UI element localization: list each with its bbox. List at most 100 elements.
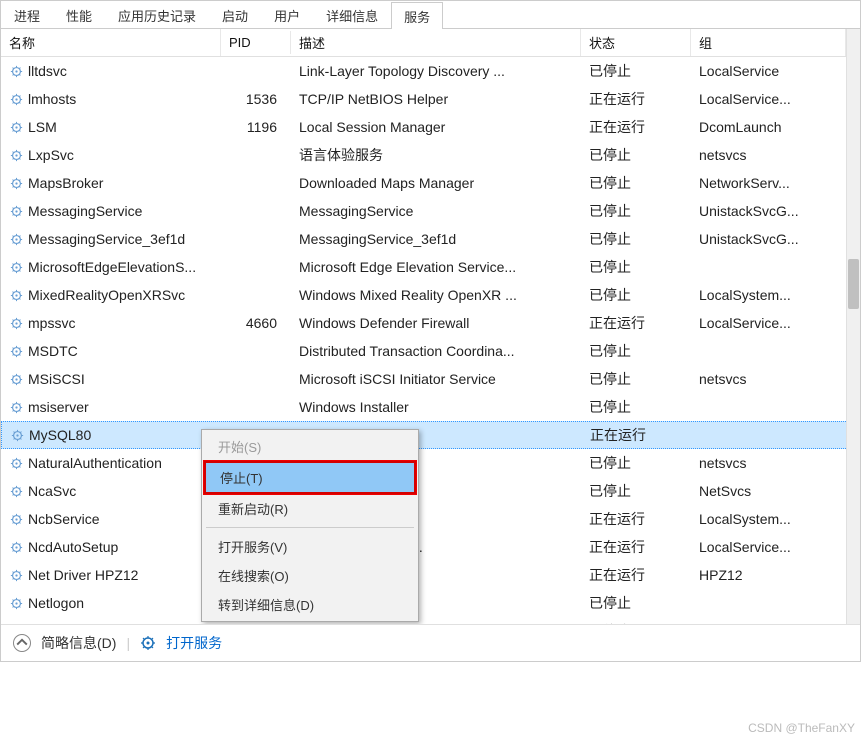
gear-icon (9, 232, 24, 247)
service-pid (221, 404, 291, 410)
service-status: 已停止 (581, 618, 691, 624)
service-description: Distributed Transaction Coordina... (291, 340, 581, 362)
service-row[interactable]: Netlogon 已停止 (1, 589, 860, 617)
tab-performance[interactable]: 性能 (53, 1, 105, 28)
service-group: LocalService... (691, 88, 846, 110)
task-manager-window: 进程 性能 应用历史记录 启动 用户 详细信息 服务 名称 PID 描述 状态 … (0, 0, 861, 662)
menu-stop[interactable]: 停止(T) (204, 461, 416, 494)
service-name: NaturalAuthentication (28, 455, 162, 471)
service-pid (221, 236, 291, 242)
menu-restart[interactable]: 重新启动(R) (204, 494, 416, 523)
gear-icon (10, 428, 25, 443)
header-name[interactable]: 名称 (1, 29, 221, 56)
gear-icon (9, 456, 24, 471)
service-status: 已停止 (581, 254, 691, 280)
service-group: LocalService... (691, 536, 846, 558)
service-name: MSDTC (28, 343, 78, 359)
service-row[interactable]: msiserverWindows Installer已停止 (1, 393, 860, 421)
services-panel: 名称 PID 描述 状态 组 lltdsvcLink-Layer Topolog… (1, 29, 860, 624)
column-headers: 名称 PID 描述 状态 组 (1, 29, 860, 57)
service-group: netsvcs (691, 368, 846, 390)
gear-icon (9, 540, 24, 555)
tab-startup[interactable]: 启动 (209, 1, 261, 28)
service-pid (221, 292, 291, 298)
gear-icon (9, 64, 24, 79)
tab-details[interactable]: 详细信息 (313, 1, 391, 28)
service-row[interactable]: NaturalAuthentication已停止netsvcs (1, 449, 860, 477)
service-pid (221, 68, 291, 74)
service-name: NcdAutoSetup (28, 539, 118, 555)
tab-app-history[interactable]: 应用历史记录 (105, 1, 209, 28)
fewer-details-link[interactable]: 简略信息(D) (41, 633, 116, 653)
gear-icon (9, 260, 24, 275)
service-row[interactable]: NcbServiceection Broker正在运行LocalSystem..… (1, 505, 860, 533)
service-pid (221, 348, 291, 354)
gear-icon (9, 92, 24, 107)
service-description: TCP/IP NetBIOS Helper (291, 88, 581, 110)
status-bar: 简略信息(D) | 打开服务 (1, 624, 860, 661)
service-pid (221, 264, 291, 270)
service-status: 已停止 (581, 590, 691, 616)
service-row[interactable]: MSDTC Distributed Transaction Coordina...… (1, 337, 860, 365)
gear-icon (9, 372, 24, 387)
service-row[interactable]: NcaSvcectivity Assistant已停止NetSvcs (1, 477, 860, 505)
service-group: netsvcs (691, 144, 846, 166)
service-group (691, 600, 846, 606)
menu-go-to-details[interactable]: 转到详细信息(D) (204, 590, 416, 619)
service-row[interactable]: MixedRealityOpenXRSvcWindows Mixed Reali… (1, 281, 860, 309)
service-status: 已停止 (581, 394, 691, 420)
gear-icon (9, 484, 24, 499)
service-group: LocalSystem... (691, 508, 846, 530)
service-row[interactable]: MessagingService_3ef1dMessagingService_3… (1, 225, 860, 253)
gear-icon (9, 344, 24, 359)
service-status: 已停止 (581, 198, 691, 224)
service-group (692, 432, 845, 438)
service-description: Link-Layer Topology Discovery ... (291, 60, 581, 82)
header-group[interactable]: 组 (691, 29, 846, 56)
service-description: Microsoft iSCSI Initiator Service (291, 368, 581, 390)
service-row[interactable]: MSiSCSIMicrosoft iSCSI Initiator Service… (1, 365, 860, 393)
chevron-up-icon[interactable] (13, 634, 31, 652)
service-name: MessagingService (28, 203, 142, 219)
gear-icon (9, 624, 24, 625)
service-status: 已停止 (581, 226, 691, 252)
service-status: 已停止 (581, 282, 691, 308)
scrollbar-thumb[interactable] (848, 259, 859, 309)
menu-search-online[interactable]: 在线搜索(O) (204, 561, 416, 590)
gear-icon (9, 568, 24, 583)
service-row[interactable]: MySQL809828MySQL80正在运行 (1, 421, 860, 449)
service-group: NetSvcs (691, 480, 846, 502)
header-status[interactable]: 状态 (581, 29, 691, 56)
service-row[interactable]: LxpSvc语言体验服务已停止netsvcs (1, 141, 860, 169)
service-row[interactable]: NcdAutoSetupected Devices Aut...正在运行Loca… (1, 533, 860, 561)
header-description[interactable]: 描述 (291, 29, 581, 56)
service-name: MicrosoftEdgeElevationS... (28, 259, 196, 275)
service-row[interactable]: LSM1196Local Session Manager正在运行DcomLaun… (1, 113, 860, 141)
service-row[interactable]: Net Driver HPZ1212正在运行HPZ12 (1, 561, 860, 589)
service-pid: 1196 (221, 116, 291, 138)
tab-users[interactable]: 用户 (261, 1, 313, 28)
service-row[interactable]: lltdsvcLink-Layer Topology Discovery ...… (1, 57, 860, 85)
open-services-link[interactable]: 打开服务 (166, 633, 222, 653)
vertical-scrollbar[interactable] (846, 29, 860, 624)
service-pid (221, 376, 291, 382)
menu-separator (206, 527, 414, 528)
service-group: HPZ12 (691, 564, 846, 586)
service-group: LocalSystem... (691, 284, 846, 306)
service-row[interactable]: MessagingServiceMessagingService已停止Unist… (1, 197, 860, 225)
service-name: Netlogon (28, 595, 84, 611)
tab-services[interactable]: 服务 (391, 2, 443, 29)
header-pid[interactable]: PID (221, 31, 291, 54)
service-status: 正在运行 (581, 114, 691, 140)
service-name: lmhosts (28, 91, 76, 107)
service-row[interactable]: MapsBrokerDownloaded Maps Manager已停止Netw… (1, 169, 860, 197)
service-row[interactable]: MicrosoftEdgeElevationS...Microsoft Edge… (1, 253, 860, 281)
service-row[interactable]: lmhosts1536TCP/IP NetBIOS Helper正在运行Loca… (1, 85, 860, 113)
gear-icon (9, 288, 24, 303)
tab-processes[interactable]: 进程 (1, 1, 53, 28)
menu-open-services[interactable]: 打开服务(V) (204, 532, 416, 561)
service-row[interactable]: mpssvc4660Windows Defender Firewall正在运行L… (1, 309, 860, 337)
service-group: LocalSystem... (691, 620, 846, 624)
service-description: 语言体验服务 (291, 142, 581, 168)
service-row[interactable]: Netmanations已停止LocalSystem... (1, 617, 860, 624)
